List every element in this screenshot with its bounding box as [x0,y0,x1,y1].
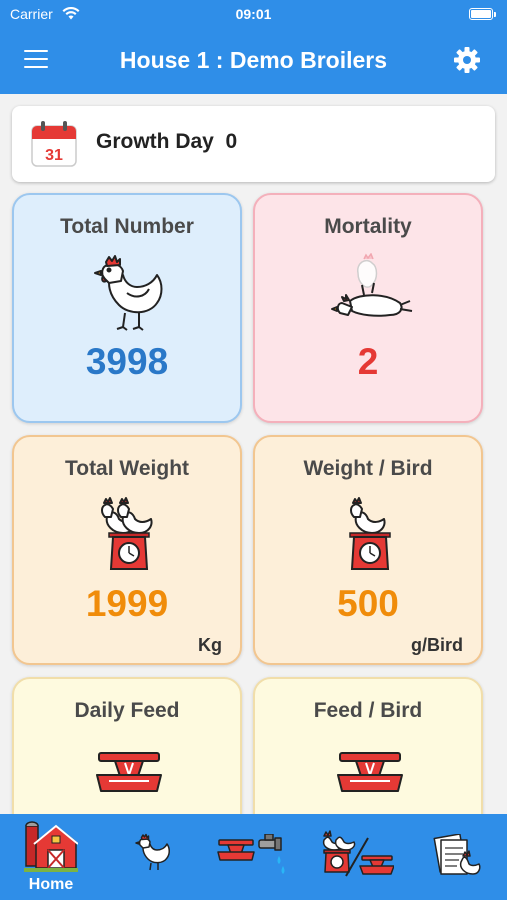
tab-home[interactable]: Home [0,814,102,900]
growth-day-label: Growth Day 0 [96,130,238,153]
report-icon [433,834,481,875]
total-weight-value: 1999 [85,583,169,624]
chicken-icon [94,255,163,331]
scale-feeder-icon [322,830,394,877]
feeder-water-icon [217,834,285,874]
tab-feed-water[interactable] [203,814,304,900]
status-bar: Carrier 09:01 [0,6,507,24]
app-header: Carrier 09:01 House 1 : Demo Broilers [0,0,507,94]
chicken-on-scale-icon [349,497,391,570]
chicken-icon [135,833,170,871]
barn-icon [24,821,78,872]
dead-chicken-icon [331,253,413,317]
bottom-nav: Home [0,814,507,900]
chickens-on-scale-icon [101,497,153,570]
settings-button[interactable] [453,46,481,74]
growth-day-card[interactable]: 31 Growth Day 0 [12,106,495,182]
calendar-day-number: 31 [45,147,63,164]
mortality-value: 2 [357,341,379,382]
battery-icon [469,8,496,20]
card-title: Mortality [324,215,412,238]
weight-per-bird-value: 500 [337,583,399,624]
clock-time: 09:01 [235,6,272,22]
feeder-icon [337,752,403,792]
gear-icon [454,47,480,73]
tab-home-label: Home [28,876,74,893]
tab-weight-feed[interactable] [304,814,405,900]
total-number-card[interactable]: Total Number 3998 [12,193,242,423]
card-title: Weight / Bird [303,457,433,480]
total-weight-unit: Kg [198,635,222,655]
card-title: Total Number [60,215,194,238]
weight-per-bird-unit: g/Bird [411,635,463,655]
calendar-icon: 31 [31,121,77,167]
card-title: Feed / Bird [313,699,423,722]
feeder-icon [96,752,162,792]
card-title: Daily Feed [74,699,180,722]
tab-reports[interactable] [405,814,507,900]
page-title: House 1 : Demo Broilers [119,47,388,73]
total-weight-card[interactable]: Total Weight 1999 Kg [12,435,242,665]
total-number-value: 3998 [85,341,169,382]
mortality-card[interactable]: Mortality 2 [253,193,483,423]
card-title: Total Weight [64,457,190,480]
weight-per-bird-card[interactable]: Weight / Bird 500 g/Bird [253,435,483,665]
tab-flock[interactable] [102,814,203,900]
